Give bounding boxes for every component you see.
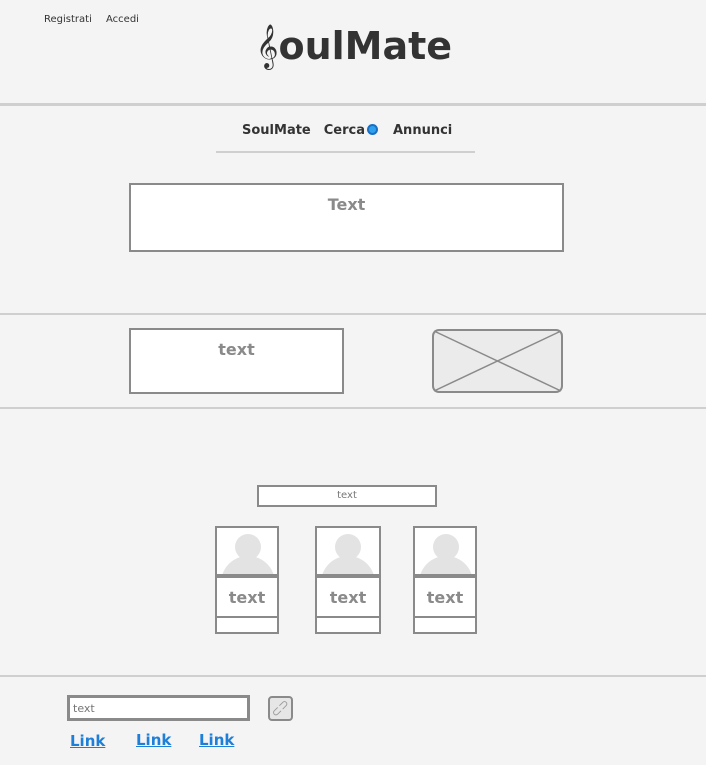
main-nav: SoulMate Cerca Annunci	[242, 123, 452, 138]
nav-annunci[interactable]: Annunci	[393, 123, 452, 138]
login-link[interactable]: Accedi	[106, 14, 139, 25]
footer-link-2[interactable]: Link	[136, 731, 171, 749]
profile-card-text: text	[317, 578, 379, 618]
footer-link-1[interactable]: Link	[70, 732, 105, 750]
register-link[interactable]: Registrati	[44, 14, 92, 25]
profile-card[interactable]: text	[215, 526, 279, 634]
nav-underline	[216, 151, 475, 153]
divider	[0, 407, 706, 409]
section-text-box: text	[129, 328, 344, 394]
profile-card-text: text	[415, 578, 475, 618]
divider	[0, 675, 706, 677]
caption-box: text	[257, 485, 437, 507]
divider	[0, 313, 706, 315]
link-icon: ⊂⊃	[268, 695, 293, 721]
treble-clef-icon: 𝄞	[256, 24, 279, 68]
nav-cerca-label: Cerca	[323, 123, 365, 138]
magnifier-icon	[367, 124, 378, 135]
profile-card-text: text	[217, 578, 277, 618]
profile-card[interactable]: text	[315, 526, 381, 634]
logo[interactable]: 𝄞oulMate	[256, 22, 452, 70]
divider	[0, 103, 706, 106]
footer-text-input[interactable]	[67, 695, 250, 721]
nav-cerca[interactable]: Cerca	[324, 123, 378, 138]
footer-link-3[interactable]: Link	[199, 731, 234, 749]
hero-text-box: Text	[129, 183, 564, 252]
image-placeholder	[432, 329, 563, 393]
nav-soulmate[interactable]: SoulMate	[242, 123, 311, 138]
link-button[interactable]: ⊂⊃	[268, 696, 293, 721]
logo-text: oulMate	[278, 24, 453, 68]
profile-card[interactable]: text	[413, 526, 477, 634]
